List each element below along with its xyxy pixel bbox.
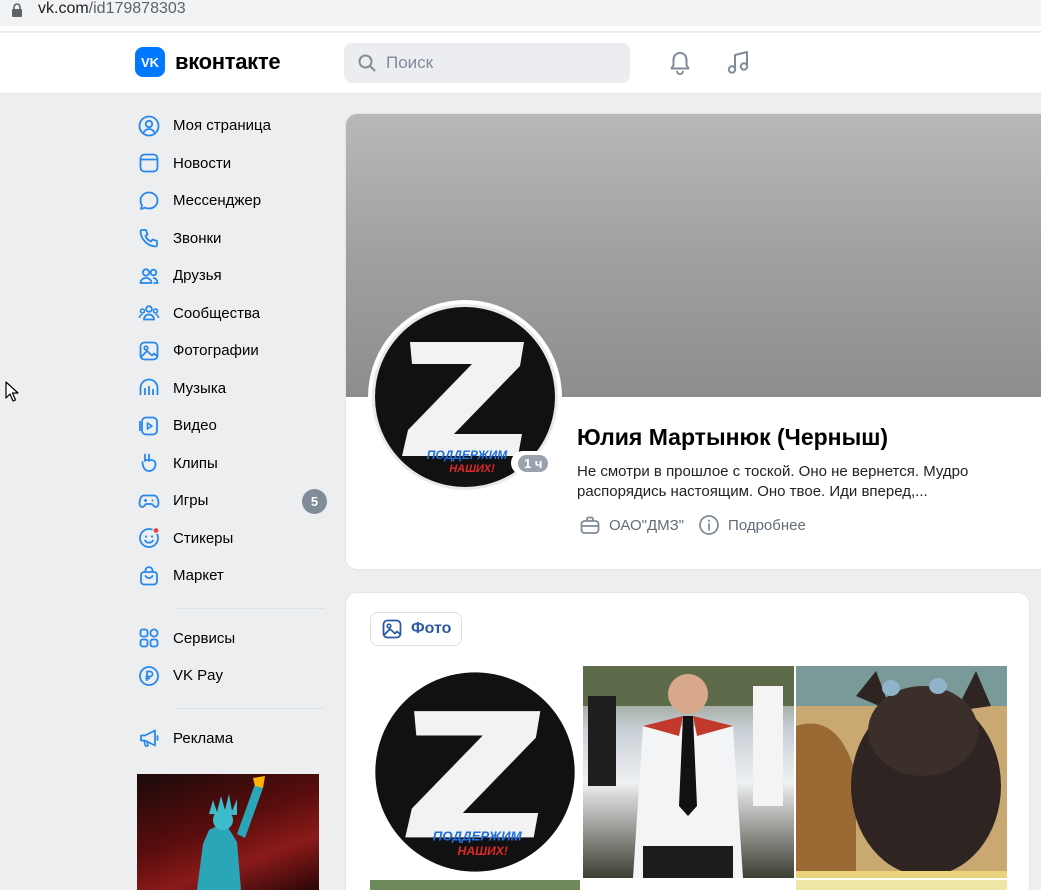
- info-icon: [699, 515, 719, 535]
- sidebar-item-calls[interactable]: Звонки: [135, 220, 330, 258]
- url-path: /id179878303: [88, 0, 186, 17]
- newspaper-icon: [139, 153, 159, 173]
- sidebar-item-label: Фотографии: [173, 342, 259, 360]
- status-line: распорядись настоящим. Оно твое. Иди впе…: [577, 483, 928, 500]
- sticker-icon: [139, 527, 160, 549]
- last-seen-badge: 1 ч: [511, 451, 556, 475]
- sidebar-item-label: Видео: [173, 417, 217, 435]
- market-bag-icon: [140, 565, 158, 586]
- lock-icon: [12, 3, 22, 17]
- status-line: Не смотри в прошлое с тоской. Оно не вер…: [577, 463, 969, 480]
- photo-thumbnail[interactable]: [583, 666, 794, 878]
- sidebar-item-label: Моя страница: [173, 117, 271, 135]
- vk-logo[interactable]: VK вконтакте: [135, 47, 281, 77]
- sidebar-item-label: Друзья: [173, 267, 222, 285]
- browser-address-bar[interactable]: vk.com/id179878303: [0, 0, 1041, 32]
- siamese-cat-image: [796, 666, 1007, 878]
- sidebar-divider: [175, 707, 325, 709]
- sidebar-item-friends[interactable]: Друзья: [135, 257, 330, 295]
- megaphone-icon: [140, 729, 159, 748]
- sidebar-item-label: Клипы: [173, 454, 218, 472]
- sidebar-item-label: Сервисы: [173, 629, 236, 647]
- vk-logo-text: вконтакте: [175, 49, 281, 74]
- sidebar-item-services[interactable]: Сервисы: [135, 620, 330, 658]
- sidebar-item-label: Игры: [173, 492, 209, 510]
- sidebar-item-games[interactable]: Игры 5: [135, 482, 330, 520]
- tab-photos-label: Фото: [411, 620, 452, 637]
- sidebar-item-label: Маркет: [173, 567, 224, 585]
- profile-card: ПОДДЕРЖИМ НАШИХ! 1 ч Юлия Мартынюк (Черн…: [345, 113, 1041, 570]
- sidebar-item-news[interactable]: Новости: [135, 145, 330, 183]
- photo-thumbnail[interactable]: [796, 666, 1007, 878]
- briefcase-icon: [580, 516, 600, 534]
- sidebar-item-music[interactable]: Музыка: [135, 370, 330, 408]
- search-icon: [358, 54, 376, 72]
- sidebar-item-messenger[interactable]: Мессенджер: [135, 182, 330, 220]
- sidebar-item-my-page[interactable]: Моя страница: [135, 107, 330, 145]
- profile-name: Юлия Мартынюк (Черныш): [577, 424, 889, 450]
- sidebar-item-photos[interactable]: Фотографии: [135, 332, 330, 370]
- address-url[interactable]: vk.com/id179878303: [38, 0, 186, 18]
- phone-icon: [139, 229, 158, 248]
- music-bars-icon: [139, 378, 159, 396]
- notifications-bell-icon[interactable]: [666, 49, 694, 77]
- sidebar-item-label: Звонки: [173, 229, 222, 247]
- message-bubble-icon: [139, 191, 159, 210]
- services-grid-icon: [139, 628, 159, 648]
- statue-of-liberty-image: [197, 776, 265, 890]
- sidebar-item-label: Музыка: [173, 379, 227, 397]
- user-circle-icon: [138, 115, 160, 137]
- sidebar-item-label: Новости: [173, 154, 232, 172]
- friends-icon: [139, 268, 159, 284]
- vk-logo-mark: VK: [135, 47, 165, 77]
- sidebar-item-market[interactable]: Маркет: [135, 557, 330, 595]
- top-header: VK вконтакте: [0, 33, 1041, 94]
- sidebar-item-label: Стикеры: [173, 529, 234, 547]
- profile-meta: ОАО"ДМЗ" Подробнее: [579, 514, 820, 536]
- sidebar-item-stickers[interactable]: Стикеры: [135, 520, 330, 558]
- music-note-icon[interactable]: [725, 49, 753, 77]
- photo-thumbnail-row2-right[interactable]: [796, 880, 1007, 890]
- photo-caption-line2: НАШИХ!: [458, 844, 508, 858]
- photo-icon: [139, 341, 159, 361]
- sidebar-item-video[interactable]: Видео: [135, 407, 330, 445]
- photo-thumbnail[interactable]: ПОДДЕРЖИМ НАШИХ!: [370, 666, 580, 878]
- z-support-image: ПОДДЕРЖИМ НАШИХ!: [375, 672, 575, 872]
- more-info-link[interactable]: Подробнее: [698, 514, 806, 536]
- avatar-caption-line2: НАШИХ!: [449, 463, 495, 475]
- photo-caption-line1: ПОДДЕРЖИМ: [433, 829, 523, 844]
- sidebar-ad-image[interactable]: [137, 774, 319, 890]
- sidebar-item-clips[interactable]: Клипы: [135, 445, 330, 483]
- mouse-cursor-icon: [5, 381, 19, 402]
- boy-in-uniform-image: [583, 666, 794, 878]
- sidebar-divider: [175, 607, 325, 609]
- more-info-label: Подробнее: [728, 516, 806, 534]
- left-sidebar: Моя страница Новости Мессенджер Звонки Д…: [135, 107, 330, 757]
- avatar-caption-line1: ПОДДЕРЖИМ: [427, 448, 508, 462]
- last-seen-text: 1 ч: [518, 454, 549, 472]
- photo-icon: [382, 619, 402, 639]
- photos-card: Фото ПОДДЕРЖИМ НАШИХ!: [345, 592, 1030, 890]
- clips-icon: [141, 453, 157, 473]
- sidebar-item-label: VK Pay: [173, 667, 224, 685]
- sidebar-item-vkpay[interactable]: VK Pay: [135, 657, 330, 695]
- sidebar-item-label: Мессенджер: [173, 192, 262, 210]
- sidebar-item-label: Сообщества: [173, 304, 261, 322]
- photo-thumbnail-row2-left[interactable]: [370, 880, 580, 890]
- search-input[interactable]: [386, 53, 606, 73]
- video-icon: [139, 416, 158, 436]
- work-link[interactable]: ОАО"ДМЗ": [579, 514, 684, 536]
- tab-photos[interactable]: Фото: [370, 612, 463, 646]
- vkpay-icon: [139, 665, 159, 686]
- sidebar-item-ads[interactable]: Реклама: [135, 720, 330, 758]
- url-host: vk.com: [38, 0, 89, 17]
- profile-status[interactable]: Не смотри в прошлое с тоской. Оно не вер…: [577, 462, 1017, 502]
- search-box[interactable]: [344, 43, 630, 83]
- sidebar-item-label: Реклама: [173, 729, 234, 747]
- work-label: ОАО"ДМЗ": [609, 516, 685, 534]
- games-count-badge: 5: [302, 489, 327, 514]
- sidebar-item-communities[interactable]: Сообщества: [135, 295, 330, 333]
- communities-icon: [138, 305, 160, 321]
- gamepad-icon: [138, 494, 160, 508]
